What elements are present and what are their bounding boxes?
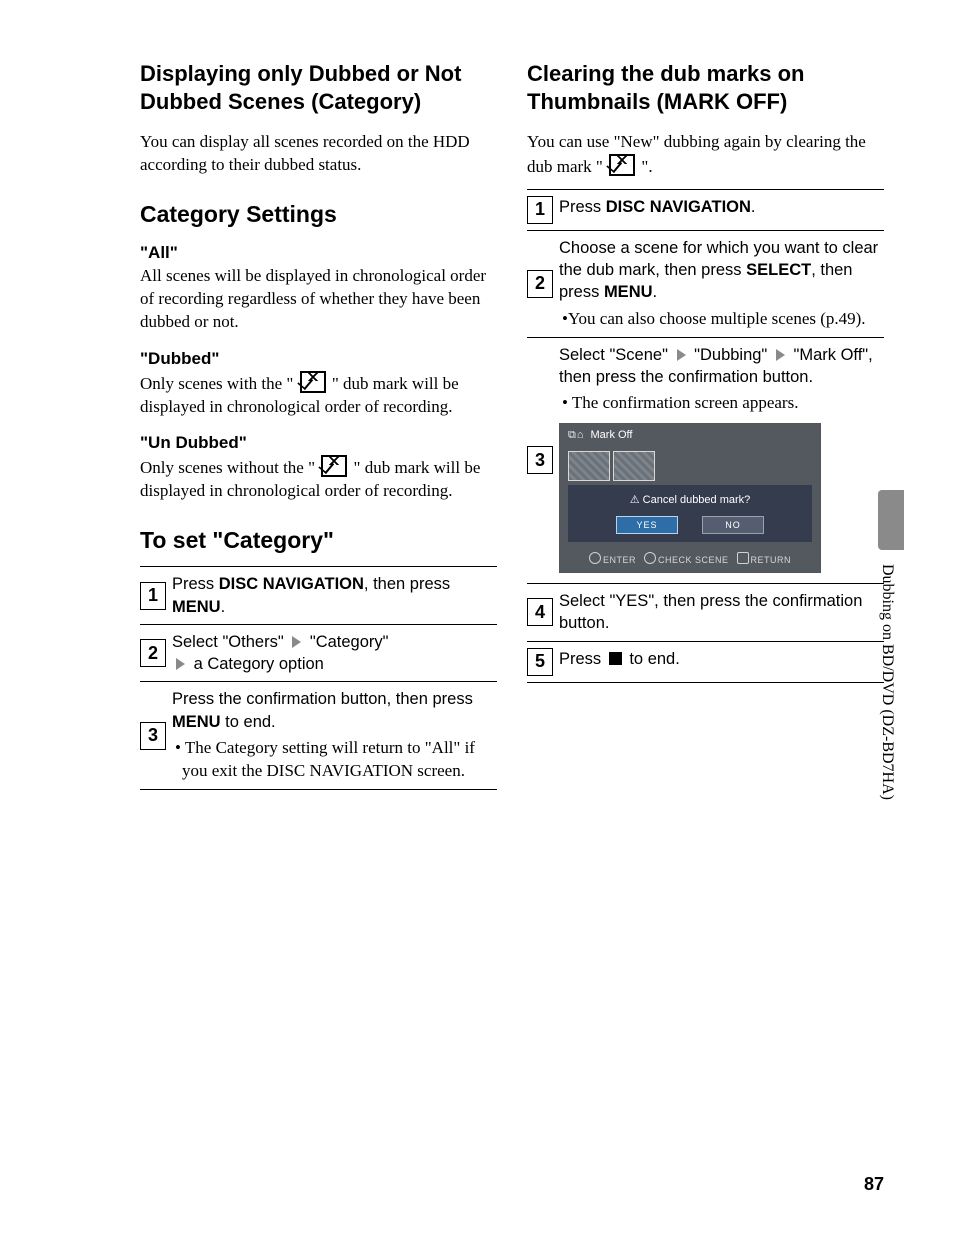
arrow-right-icon [776, 349, 785, 361]
right-intro: You can use "New" dubbing again by clear… [527, 131, 884, 179]
right-step-2-note: •You can also choose multiple scenes (p.… [559, 308, 884, 331]
right-step-3-body: Select "Scene" "Dubbing" "Mark Off", the… [559, 344, 884, 577]
option-undubbed-pre: Only scenes without the " [140, 458, 319, 477]
screen-thumbnails [560, 447, 820, 485]
right-step-1-body: Press DISC NAVIGATION. [559, 196, 884, 224]
dub-mark-icon [300, 371, 326, 393]
two-column-layout: Displaying only Dubbed or Not Dubbed Sce… [140, 60, 884, 790]
manual-page: Displaying only Dubbed or Not Dubbed Sce… [0, 0, 954, 1235]
right-step-2-body: Choose a scene for which you want to cle… [559, 237, 884, 331]
option-undubbed-head: "Un Dubbed" [140, 432, 497, 455]
option-all-text: All scenes will be displayed in chronolo… [140, 265, 497, 334]
left-step-3-body: Press the confirmation button, then pres… [172, 688, 497, 782]
screen-mode-icon: ⧉⌂ [568, 428, 585, 443]
right-step-3: 3 Select "Scene" "Dubbing" "Mark Off", t… [527, 337, 884, 583]
check-icon [644, 552, 656, 564]
right-column: Clearing the dub marks on Thumbnails (MA… [527, 60, 884, 790]
arrow-right-icon [677, 349, 686, 361]
enter-icon [589, 552, 601, 564]
page-number: 87 [864, 1174, 884, 1195]
dialog-question: ⚠ Cancel dubbed mark? [574, 493, 806, 508]
right-step-5-body: Press to end. [559, 648, 884, 676]
dub-mark-icon [321, 455, 347, 477]
left-step-3: 3 Press the confirmation button, then pr… [140, 681, 497, 789]
thumbnail [613, 451, 655, 481]
left-column: Displaying only Dubbed or Not Dubbed Sce… [140, 60, 497, 790]
step-number: 5 [527, 648, 553, 676]
stop-icon [609, 652, 622, 665]
step-number: 3 [527, 446, 553, 474]
left-heading: Displaying only Dubbed or Not Dubbed Sce… [140, 60, 497, 115]
step-number: 3 [140, 722, 166, 750]
right-step-4-body: Select "YES", then press the confirmatio… [559, 590, 884, 635]
right-step-4: 4 Select "YES", then press the confirmat… [527, 583, 884, 641]
left-steps: 1 Press DISC NAVIGATION, then press MENU… [140, 566, 497, 789]
right-step-1: 1 Press DISC NAVIGATION. [527, 189, 884, 230]
arrow-right-icon [176, 658, 185, 670]
option-dubbed-head: "Dubbed" [140, 348, 497, 371]
right-step-2: 2 Choose a scene for which you want to c… [527, 230, 884, 337]
screen-title: Mark Off [591, 428, 633, 443]
option-dubbed-text: Only scenes with the " " dub mark will b… [140, 371, 497, 419]
screen-dialog: ⚠ Cancel dubbed mark? YES NO [568, 485, 812, 542]
return-icon [737, 552, 749, 564]
step-number: 2 [527, 270, 553, 298]
arrow-right-icon [292, 636, 301, 648]
dialog-no-button: NO [702, 516, 764, 534]
option-undubbed-text: Only scenes without the " " dub mark wil… [140, 455, 497, 503]
dub-mark-icon [609, 154, 635, 176]
side-tab-marker [878, 490, 904, 550]
right-step-3-note: • The confirmation screen appears. [559, 392, 884, 415]
step-number: 2 [140, 639, 166, 667]
step-number: 1 [140, 582, 166, 610]
left-step-1-body: Press DISC NAVIGATION, then press MENU. [172, 573, 497, 618]
left-step-1: 1 Press DISC NAVIGATION, then press MENU… [140, 566, 497, 624]
option-dubbed-pre: Only scenes with the " [140, 374, 298, 393]
thumbnail [568, 451, 610, 481]
screen-footer: ENTER CHECK SCENE RETURN [560, 548, 820, 572]
right-steps: 1 Press DISC NAVIGATION. 2 Choose a scen… [527, 189, 884, 683]
dialog-yes-button: YES [616, 516, 678, 534]
step-number: 4 [527, 598, 553, 626]
chapter-side-tab: Dubbing on BD/DVD (DZ-BD7HA) [878, 490, 904, 800]
left-step-3-note: • The Category setting will return to "A… [172, 737, 497, 783]
warning-icon: ⚠ [630, 494, 640, 506]
category-settings-title: Category Settings [140, 201, 497, 228]
option-all-head: "All" [140, 242, 497, 265]
right-step-5: 5 Press to end. [527, 641, 884, 683]
right-heading: Clearing the dub marks on Thumbnails (MA… [527, 60, 884, 115]
side-tab-label: Dubbing on BD/DVD (DZ-BD7HA) [878, 550, 896, 800]
left-step-2: 2 Select "Others" "Category" a Category … [140, 624, 497, 682]
left-step-2-body: Select "Others" "Category" a Category op… [172, 631, 497, 676]
to-set-category-title: To set "Category" [140, 527, 497, 554]
screen-header: ⧉⌂ Mark Off [560, 424, 820, 447]
confirmation-screen: ⧉⌂ Mark Off ⚠ Cancel dubbed mark? [559, 423, 821, 573]
step-number: 1 [527, 196, 553, 224]
left-intro: You can display all scenes recorded on t… [140, 131, 497, 177]
